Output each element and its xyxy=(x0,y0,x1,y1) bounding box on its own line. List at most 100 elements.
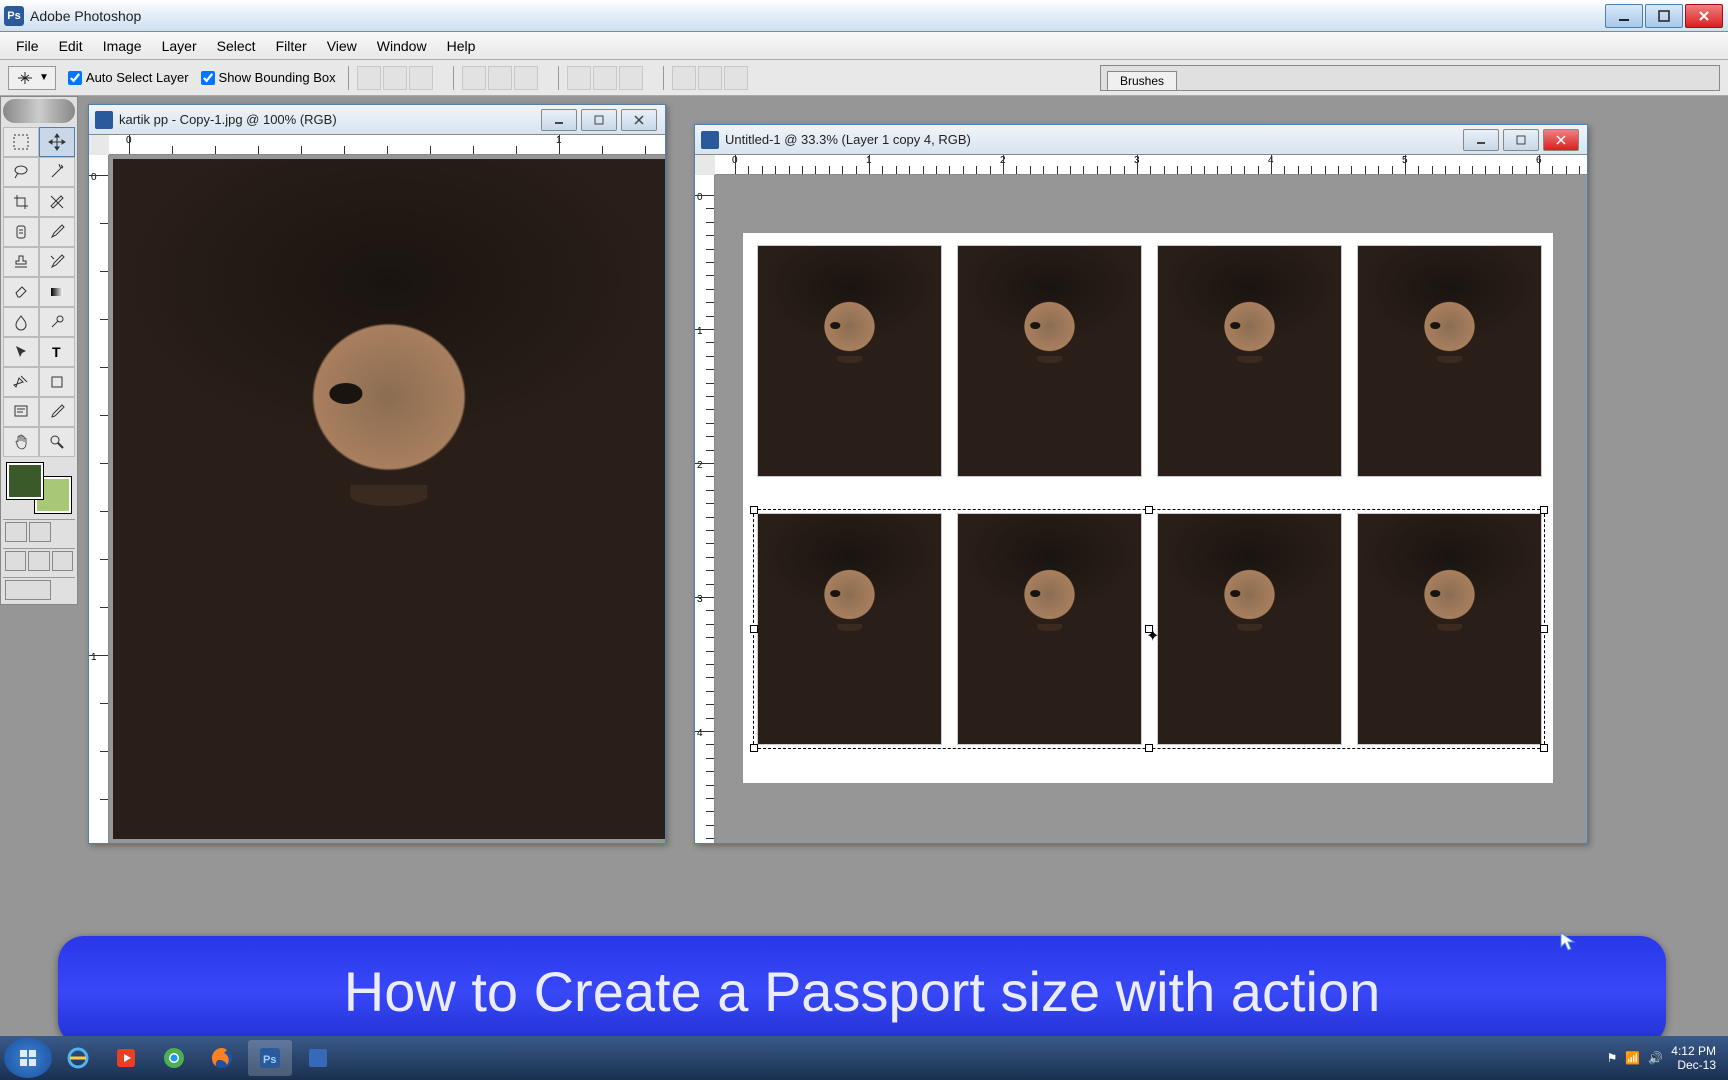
doc2-titlebar[interactable]: Untitled-1 @ 33.3% (Layer 1 copy 4, RGB) xyxy=(695,125,1587,155)
path-select-tool[interactable] xyxy=(3,337,39,367)
taskbar-app[interactable] xyxy=(296,1040,340,1076)
quickmask-std[interactable] xyxy=(5,522,27,542)
align-btn[interactable] xyxy=(462,66,486,90)
align-btn[interactable] xyxy=(409,66,433,90)
menu-file[interactable]: File xyxy=(6,35,49,57)
quickmask-mode[interactable] xyxy=(29,522,51,542)
system-tray[interactable]: ⚑ 📶 🔊 4:12 PM Dec-13 xyxy=(1607,1044,1724,1073)
crop-tool[interactable] xyxy=(3,187,39,217)
screen-full[interactable] xyxy=(52,551,73,571)
doc2-close[interactable] xyxy=(1543,129,1579,151)
align-group-1 xyxy=(348,66,441,90)
lasso-tool[interactable] xyxy=(3,157,39,187)
menu-window[interactable]: Window xyxy=(367,35,437,57)
taskbar-ie[interactable] xyxy=(56,1040,100,1076)
show-bbox-checkbox[interactable]: Show Bounding Box xyxy=(201,70,336,85)
pen-tool[interactable] xyxy=(3,367,39,397)
tray-network-icon[interactable]: 📶 xyxy=(1625,1051,1640,1065)
doc2-canvas[interactable]: ✦ xyxy=(715,175,1587,843)
marquee-tool[interactable] xyxy=(3,127,39,157)
type-tool[interactable]: T xyxy=(39,337,75,367)
taskbar-firefox[interactable] xyxy=(200,1040,244,1076)
banner-text: How to Create a Passport size with actio… xyxy=(344,959,1380,1024)
tool-preset-picker[interactable]: ▼ xyxy=(8,66,56,90)
distribute-btn[interactable] xyxy=(724,66,748,90)
svg-text:T: T xyxy=(52,344,61,360)
screen-std[interactable] xyxy=(5,551,26,571)
distribute-btn[interactable] xyxy=(619,66,643,90)
mouse-cursor xyxy=(1560,932,1576,952)
color-swatches[interactable] xyxy=(7,463,71,513)
document-window-2: Untitled-1 @ 33.3% (Layer 1 copy 4, RGB)… xyxy=(694,124,1588,844)
tray-volume-icon[interactable]: 🔊 xyxy=(1648,1051,1663,1065)
auto-select-label: Auto Select Layer xyxy=(86,70,189,85)
doc-icon xyxy=(701,131,719,149)
window-close-button[interactable] xyxy=(1685,4,1723,28)
doc1-maximize[interactable] xyxy=(581,109,617,131)
menu-filter[interactable]: Filter xyxy=(266,35,317,57)
jump-to-imageready[interactable] xyxy=(5,580,51,600)
brushes-panel[interactable]: Brushes xyxy=(1100,65,1720,91)
toolbox-header[interactable] xyxy=(3,99,75,123)
menu-view[interactable]: View xyxy=(317,35,367,57)
eraser-tool[interactable] xyxy=(3,277,39,307)
distribute-btn[interactable] xyxy=(567,66,591,90)
menu-image[interactable]: Image xyxy=(93,35,152,57)
menu-select[interactable]: Select xyxy=(207,35,266,57)
tray-time[interactable]: 4:12 PM xyxy=(1671,1044,1716,1058)
screen-full-menus[interactable] xyxy=(28,551,49,571)
dodge-tool[interactable] xyxy=(39,307,75,337)
eyedropper-tool[interactable] xyxy=(39,397,75,427)
wand-tool[interactable] xyxy=(39,157,75,187)
start-button[interactable] xyxy=(4,1038,52,1078)
align-btn[interactable] xyxy=(514,66,538,90)
move-tool[interactable] xyxy=(39,127,75,157)
history-brush-tool[interactable] xyxy=(39,247,75,277)
taskbar-chrome[interactable] xyxy=(152,1040,196,1076)
passport-photo xyxy=(757,245,942,477)
doc1-minimize[interactable] xyxy=(541,109,577,131)
blur-tool[interactable] xyxy=(3,307,39,337)
foreground-color[interactable] xyxy=(7,463,43,499)
zoom-tool[interactable] xyxy=(39,427,75,457)
doc2-minimize[interactable] xyxy=(1463,129,1499,151)
align-btn[interactable] xyxy=(357,66,381,90)
align-btn[interactable] xyxy=(383,66,407,90)
shape-tool[interactable] xyxy=(39,367,75,397)
menu-edit[interactable]: Edit xyxy=(49,35,93,57)
notes-tool[interactable] xyxy=(3,397,39,427)
auto-select-checkbox[interactable]: Auto Select Layer xyxy=(68,70,189,85)
distribute-btn[interactable] xyxy=(672,66,696,90)
window-minimize-button[interactable] xyxy=(1605,4,1643,28)
menu-help[interactable]: Help xyxy=(437,35,486,57)
app-icon: Ps xyxy=(4,6,24,26)
taskbar-media[interactable] xyxy=(104,1040,148,1076)
tray-flag-icon[interactable]: ⚑ xyxy=(1607,1051,1618,1065)
menubar: File Edit Image Layer Select Filter View… xyxy=(0,32,1728,60)
doc1-titlebar[interactable]: kartik pp - Copy-1.jpg @ 100% (RGB) xyxy=(89,105,665,135)
doc-icon xyxy=(95,111,113,129)
distribute-btn[interactable] xyxy=(593,66,617,90)
distribute-group-1 xyxy=(558,66,651,90)
gradient-tool[interactable] xyxy=(39,277,75,307)
brushes-tab[interactable]: Brushes xyxy=(1107,71,1177,90)
hand-tool[interactable] xyxy=(3,427,39,457)
tray-date[interactable]: Dec-13 xyxy=(1671,1058,1716,1072)
heal-tool[interactable] xyxy=(3,217,39,247)
brush-tool[interactable] xyxy=(39,217,75,247)
doc2-title: Untitled-1 @ 33.3% (Layer 1 copy 4, RGB) xyxy=(725,132,971,147)
doc1-ruler-h: 01 xyxy=(109,135,665,155)
window-maximize-button[interactable] xyxy=(1645,4,1683,28)
doc1-canvas[interactable] xyxy=(109,155,665,843)
workspace: T xyxy=(0,96,1728,1046)
slice-tool[interactable] xyxy=(39,187,75,217)
toolbox: T xyxy=(0,96,78,605)
doc1-close[interactable] xyxy=(621,109,657,131)
transform-selection[interactable]: ✦ xyxy=(753,509,1545,749)
align-btn[interactable] xyxy=(488,66,512,90)
distribute-btn[interactable] xyxy=(698,66,722,90)
doc2-maximize[interactable] xyxy=(1503,129,1539,151)
taskbar-photoshop[interactable]: Ps xyxy=(248,1040,292,1076)
menu-layer[interactable]: Layer xyxy=(152,35,207,57)
stamp-tool[interactable] xyxy=(3,247,39,277)
